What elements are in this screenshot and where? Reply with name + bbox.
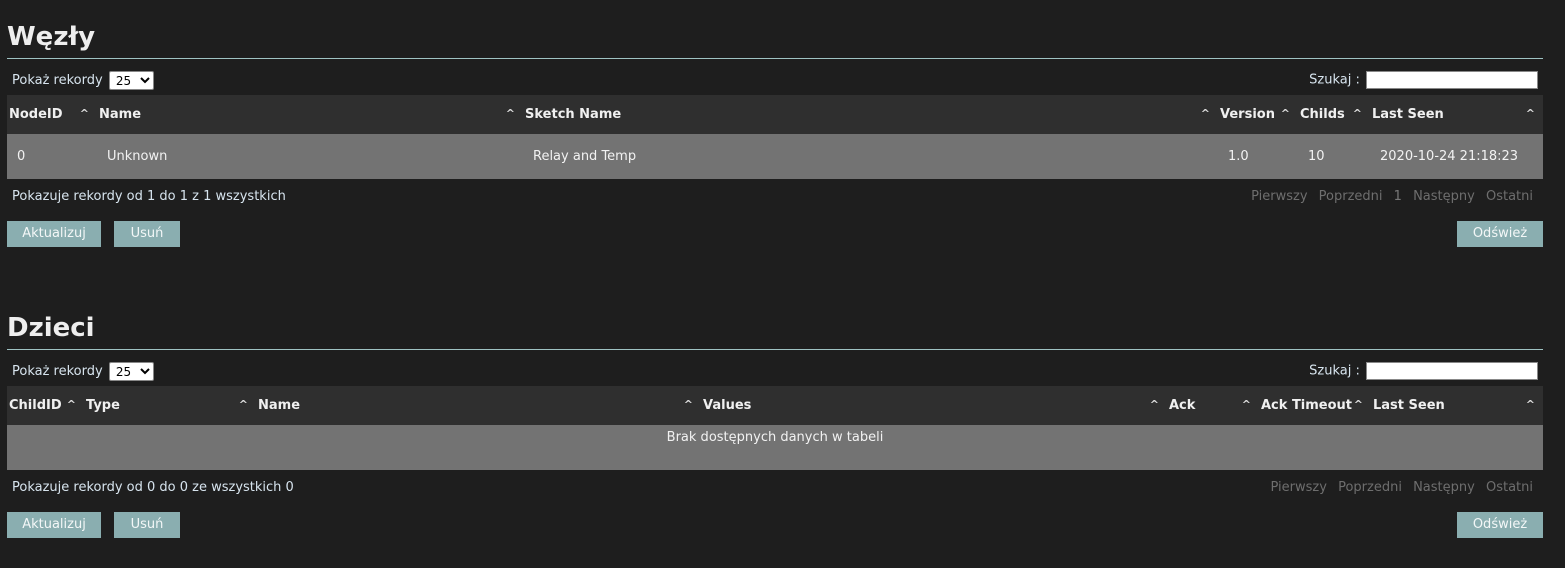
children-info: Pokazuje rekordy od 0 do 0 ze wszystkich… xyxy=(12,480,294,495)
col-sketch-name[interactable]: Sketch Name ^ xyxy=(523,95,1218,134)
paging-last[interactable]: Ostatni xyxy=(1486,189,1533,204)
children-controls: Pokaż rekordy 25 Szukaj : xyxy=(7,350,1543,386)
col-nodeid[interactable]: NodeID ^ xyxy=(7,95,97,134)
col-last-seen-label: Last Seen xyxy=(1372,107,1444,122)
children-length-label: Pokaż rekordy xyxy=(12,364,103,379)
col-name-label: Name xyxy=(258,398,301,413)
col-childs-label: Childs xyxy=(1300,107,1345,122)
table-row[interactable]: 0 Unknown Relay and Temp 1.0 10 2020-10-… xyxy=(7,134,1543,179)
cell-sketch-name: Relay and Temp xyxy=(523,134,1218,179)
sort-up-icon: ^ xyxy=(1525,398,1535,411)
nodes-update-button[interactable]: Aktualizuj xyxy=(7,221,101,247)
nodes-buttons: Aktualizuj Usuń Odśwież xyxy=(7,215,1543,255)
nodes-pagination: Pierwszy Poprzedni 1 Następny Ostatni xyxy=(1244,189,1533,204)
nodes-search-input[interactable] xyxy=(1366,71,1538,89)
sort-up-icon: ^ xyxy=(79,107,89,120)
nodes-refresh-button[interactable]: Odśwież xyxy=(1457,221,1543,247)
sort-up-icon: ^ xyxy=(66,398,76,411)
children-length-select[interactable]: 25 xyxy=(108,362,154,381)
sort-up-icon: ^ xyxy=(1200,107,1210,120)
children-search-input[interactable] xyxy=(1366,362,1538,380)
children-pagination: Pierwszy Poprzedni Następny Ostatni xyxy=(1264,480,1534,495)
cell-version: 1.0 xyxy=(1218,134,1298,179)
paging-next[interactable]: Następny xyxy=(1413,480,1475,495)
col-ack-timeout[interactable]: Ack Timeout ^ xyxy=(1259,386,1371,425)
table-header-row: ChildID ^ Type ^ Name ^ Values ^ Ack ^ Ack Ti… xyxy=(7,386,1543,425)
nodes-table: NodeID ^ Name ^ Sketch Name ^ Version ^ Chil… xyxy=(7,95,1543,179)
col-name-label: Name xyxy=(99,107,142,122)
col-values-label: Values xyxy=(703,398,752,413)
nodes-info-row: Pokazuje rekordy od 1 do 1 z 1 wszystkic… xyxy=(7,179,1543,215)
table-row: Brak dostępnych danych w tabeli xyxy=(7,425,1543,470)
col-childid[interactable]: ChildID ^ xyxy=(7,386,84,425)
cell-name: Unknown xyxy=(97,134,523,179)
nodes-delete-button[interactable]: Usuń xyxy=(114,221,180,247)
col-childid-label: ChildID xyxy=(9,398,62,413)
cell-nodeid: 0 xyxy=(7,134,97,179)
col-sketch-name-label: Sketch Name xyxy=(525,107,622,122)
col-ack[interactable]: Ack ^ xyxy=(1167,386,1259,425)
children-title: Dzieci xyxy=(7,309,1543,350)
col-version[interactable]: Version ^ xyxy=(1218,95,1298,134)
children-length-control: Pokaż rekordy 25 xyxy=(12,362,154,381)
col-childs[interactable]: Childs ^ xyxy=(1298,95,1370,134)
nodes-search-control: Szukaj : xyxy=(1309,71,1538,89)
table-header-row: NodeID ^ Name ^ Sketch Name ^ Version ^ Chil… xyxy=(7,95,1543,134)
paging-last[interactable]: Ostatni xyxy=(1486,480,1533,495)
sort-up-icon: ^ xyxy=(1352,107,1362,120)
paging-prev[interactable]: Poprzedni xyxy=(1338,480,1402,495)
paging-page-1[interactable]: 1 xyxy=(1394,189,1402,204)
nodes-title: Węzły xyxy=(7,18,1543,59)
col-nodeid-label: NodeID xyxy=(9,107,63,122)
col-last-seen[interactable]: Last Seen ^ xyxy=(1370,95,1543,134)
children-search-control: Szukaj : xyxy=(1309,362,1538,380)
nodes-section: Węzły Pokaż rekordy 25 Szukaj : NodeID ^ … xyxy=(7,18,1543,255)
col-type-label: Type xyxy=(86,398,120,413)
col-ack-label: Ack xyxy=(1169,398,1196,413)
nodes-search-label: Szukaj : xyxy=(1309,72,1360,88)
paging-prev[interactable]: Poprzedni xyxy=(1319,189,1383,204)
children-update-button[interactable]: Aktualizuj xyxy=(7,512,101,538)
col-name[interactable]: Name ^ xyxy=(97,95,523,134)
sort-up-icon: ^ xyxy=(1353,398,1363,411)
col-type[interactable]: Type ^ xyxy=(84,386,256,425)
col-version-label: Version xyxy=(1220,107,1275,122)
nodes-info: Pokazuje rekordy od 1 do 1 z 1 wszystkic… xyxy=(12,189,286,204)
col-last-seen[interactable]: Last Seen ^ xyxy=(1371,386,1543,425)
paging-next[interactable]: Następny xyxy=(1413,189,1475,204)
children-delete-button[interactable]: Usuń xyxy=(114,512,180,538)
col-values[interactable]: Values ^ xyxy=(701,386,1167,425)
children-buttons: Aktualizuj Usuń Odśwież xyxy=(7,506,1543,546)
children-search-label: Szukaj : xyxy=(1309,363,1360,379)
children-section: Dzieci Pokaż rekordy 25 Szukaj : ChildID… xyxy=(7,309,1543,546)
col-last-seen-label: Last Seen xyxy=(1373,398,1445,413)
nodes-controls: Pokaż rekordy 25 Szukaj : xyxy=(7,59,1543,95)
nodes-length-label: Pokaż rekordy xyxy=(12,73,103,88)
children-refresh-button[interactable]: Odśwież xyxy=(1457,512,1543,538)
sort-up-icon: ^ xyxy=(238,398,248,411)
children-table: ChildID ^ Type ^ Name ^ Values ^ Ack ^ Ack Ti… xyxy=(7,386,1543,470)
nodes-length-select[interactable]: 25 xyxy=(108,71,154,90)
col-name[interactable]: Name ^ xyxy=(256,386,701,425)
sort-up-icon: ^ xyxy=(1149,398,1159,411)
nodes-length-control: Pokaż rekordy 25 xyxy=(12,71,154,90)
empty-table-message: Brak dostępnych danych w tabeli xyxy=(7,425,1543,470)
cell-childs: 10 xyxy=(1298,134,1370,179)
sort-up-icon: ^ xyxy=(683,398,693,411)
paging-first[interactable]: Pierwszy xyxy=(1251,189,1307,204)
col-ack-timeout-label: Ack Timeout xyxy=(1261,398,1353,413)
sort-up-icon: ^ xyxy=(1241,398,1251,411)
sort-up-icon: ^ xyxy=(1280,107,1290,120)
paging-first[interactable]: Pierwszy xyxy=(1271,480,1327,495)
sort-up-icon: ^ xyxy=(1525,107,1535,120)
sort-up-icon: ^ xyxy=(505,107,515,120)
cell-last-seen: 2020-10-24 21:18:23 xyxy=(1370,134,1543,179)
children-info-row: Pokazuje rekordy od 0 do 0 ze wszystkich… xyxy=(7,470,1543,506)
